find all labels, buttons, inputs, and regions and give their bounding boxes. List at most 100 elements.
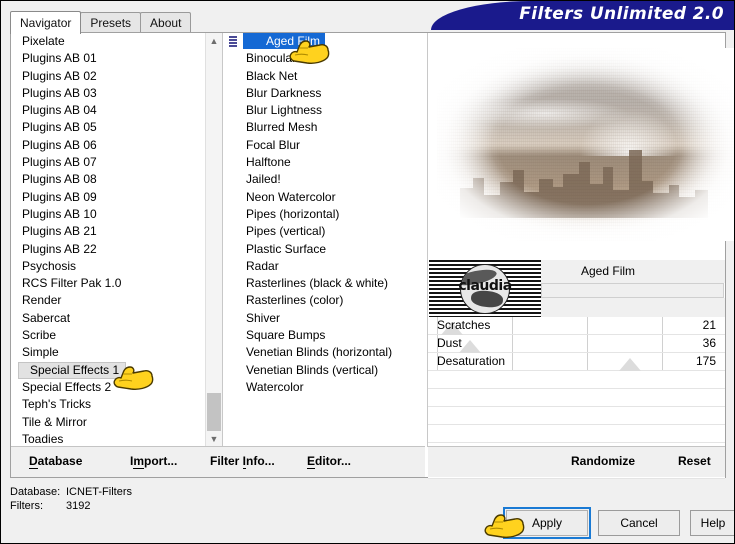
filter-name-label: Aged Film xyxy=(581,264,636,278)
category-scrollbar[interactable]: ▲ ▼ xyxy=(205,33,222,447)
parameter-value: 175 xyxy=(695,354,716,368)
category-item[interactable]: Pixelate xyxy=(11,33,222,50)
filter-item[interactable]: Halftone xyxy=(223,154,427,171)
filter-item[interactable]: Blur Darkness xyxy=(223,85,427,102)
category-item[interactable]: Sabercat xyxy=(11,310,222,327)
status-database-row: Database: ICNET-Filters xyxy=(10,485,132,499)
category-item[interactable]: Plugins AB 07 xyxy=(11,154,222,171)
category-item-label: Special Effects 1 xyxy=(18,361,127,379)
filter-command-bar: Randomize Reset xyxy=(428,446,725,477)
status-filters-value: 3192 xyxy=(66,500,91,512)
parameter-label: Desaturation xyxy=(437,354,506,368)
preset-spacer xyxy=(541,298,725,317)
parameter-value: 36 xyxy=(702,336,716,350)
category-item[interactable]: Psychosis xyxy=(11,258,222,275)
filter-item[interactable]: Black Net xyxy=(223,68,427,85)
parameter-row[interactable]: Scratches 21 xyxy=(428,317,725,335)
parameter-label: Dust xyxy=(437,336,462,350)
preview-checkerboard[interactable] xyxy=(437,48,734,241)
filter-item[interactable]: Pipes (vertical) xyxy=(223,223,427,240)
filter-item[interactable]: Neon Watercolor xyxy=(223,189,427,206)
scroll-down-icon[interactable]: ▼ xyxy=(206,431,222,447)
category-item[interactable]: Simple xyxy=(11,344,222,361)
filter-selected-marker-icon xyxy=(229,36,237,48)
status-database-label: Database: xyxy=(10,486,61,498)
category-item[interactable]: Scribe xyxy=(11,327,222,344)
filter-item[interactable]: Pipes (horizontal) xyxy=(223,206,427,223)
filter-item[interactable]: Shiver xyxy=(223,310,427,327)
filter-item[interactable]: Venetian Blinds (horizontal) xyxy=(223,344,427,361)
database-link[interactable]: Database xyxy=(29,454,83,469)
preset-combo[interactable] xyxy=(541,283,724,298)
category-item[interactable]: Tile & Mirror xyxy=(11,414,222,431)
category-item[interactable]: Plugins AB 10 xyxy=(11,206,222,223)
category-item[interactable]: Plugins AB 03 xyxy=(11,85,222,102)
tab-about[interactable]: About xyxy=(140,12,192,33)
category-item[interactable]: Toadies xyxy=(11,431,222,447)
category-item[interactable]: Render xyxy=(11,292,222,309)
category-item[interactable]: Plugins AB 22 xyxy=(11,241,222,258)
category-item[interactable]: Plugins AB 06 xyxy=(11,137,222,154)
status-filters-row: Filters: 3192 xyxy=(10,499,132,513)
scroll-up-icon[interactable]: ▲ xyxy=(206,33,222,49)
randomize-link[interactable]: Randomize xyxy=(571,454,635,468)
filter-item[interactable]: Radar xyxy=(223,258,427,275)
list-command-bar: Database Import... Filter Info... Editor… xyxy=(11,446,425,477)
filter-item[interactable]: Blur Lightness xyxy=(223,102,427,119)
filter-item[interactable]: Square Bumps xyxy=(223,327,427,344)
filter-item[interactable]: Rasterlines (color) xyxy=(223,292,427,309)
category-item[interactable]: Plugins AB 05 xyxy=(11,119,222,136)
parameter-row-empty xyxy=(428,389,725,407)
parameter-row-empty xyxy=(428,371,725,389)
import-link[interactable]: Import... xyxy=(130,454,178,469)
vignette-overlay xyxy=(437,48,734,241)
parameter-list: Scratches 21 Dust 36 Desaturation 175 xyxy=(428,317,725,479)
cancel-button[interactable]: Cancel xyxy=(598,510,680,536)
filter-info-link[interactable]: Filter Info... xyxy=(210,454,275,469)
database-link-rest: atabase xyxy=(37,454,83,468)
tab-navigator[interactable]: Navigator xyxy=(10,11,82,34)
main-body: Pixelate Plugins AB 01 Plugins AB 02 Plugin… xyxy=(10,32,734,479)
filter-item[interactable]: Jailed! xyxy=(223,171,427,188)
category-item[interactable]: Plugins AB 09 xyxy=(11,189,222,206)
status-bar: Database: ICNET-Filters Filters: 3192 xyxy=(10,485,132,513)
parameter-value: 21 xyxy=(702,318,716,332)
parameter-row-empty xyxy=(428,407,725,425)
filter-item[interactable]: Watercolor xyxy=(223,379,427,396)
filters-unlimited-window: Filters Unlimited 2.0 Navigator Presets … xyxy=(0,0,735,544)
filter-list[interactable]: Aged Film Binoculars Black Net Blur Darknes… xyxy=(223,33,427,447)
filter-panel: claudia Aged Film Scratches 21 Dust 36 Desat… xyxy=(428,33,734,479)
filter-list-pane: Aged Film Binoculars Black Net Blur Darknes… xyxy=(223,33,428,447)
pointer-hand-apply xyxy=(482,513,526,541)
import-link-rest: port... xyxy=(144,454,178,468)
category-item[interactable]: Teph's Tricks xyxy=(11,396,222,413)
filter-item[interactable]: Focal Blur xyxy=(223,137,427,154)
filter-item[interactable]: Plastic Surface xyxy=(223,241,427,258)
filter-item[interactable]: Blurred Mesh xyxy=(223,119,427,136)
pointer-hand-filter-icon xyxy=(287,39,331,67)
category-item[interactable]: Plugins AB 21 xyxy=(11,223,222,240)
preview-image xyxy=(437,48,734,241)
reset-link[interactable]: Reset xyxy=(678,454,711,468)
filter-name-header: Aged Film xyxy=(541,260,725,283)
parameter-row[interactable]: Dust 36 xyxy=(428,335,725,353)
tab-presets[interactable]: Presets xyxy=(80,12,142,33)
filter-item[interactable]: Rasterlines (black & white) xyxy=(223,275,427,292)
claudia-logo: claudia xyxy=(429,260,541,317)
parameter-label: Scratches xyxy=(437,318,491,332)
category-item[interactable]: Plugins AB 02 xyxy=(11,68,222,85)
parameter-slider-handle[interactable] xyxy=(618,358,641,371)
status-database-value: ICNET-Filters xyxy=(66,486,132,498)
parameter-row[interactable]: Desaturation 175 xyxy=(428,353,725,371)
status-filters-label: Filters: xyxy=(10,500,43,512)
editor-link-rest: ditor... xyxy=(315,454,352,468)
filter-info-link-rest: nfo... xyxy=(246,454,275,468)
filter-item[interactable]: Venetian Blinds (vertical) xyxy=(223,362,427,379)
category-item[interactable]: Plugins AB 08 xyxy=(11,171,222,188)
help-button[interactable]: Help xyxy=(690,510,734,536)
editor-link[interactable]: Editor... xyxy=(307,454,352,469)
logo-text: claudia xyxy=(458,278,512,295)
category-item[interactable]: Plugins AB 04 xyxy=(11,102,222,119)
category-item[interactable]: RCS Filter Pak 1.0 xyxy=(11,275,222,292)
category-item[interactable]: Plugins AB 01 xyxy=(11,50,222,67)
